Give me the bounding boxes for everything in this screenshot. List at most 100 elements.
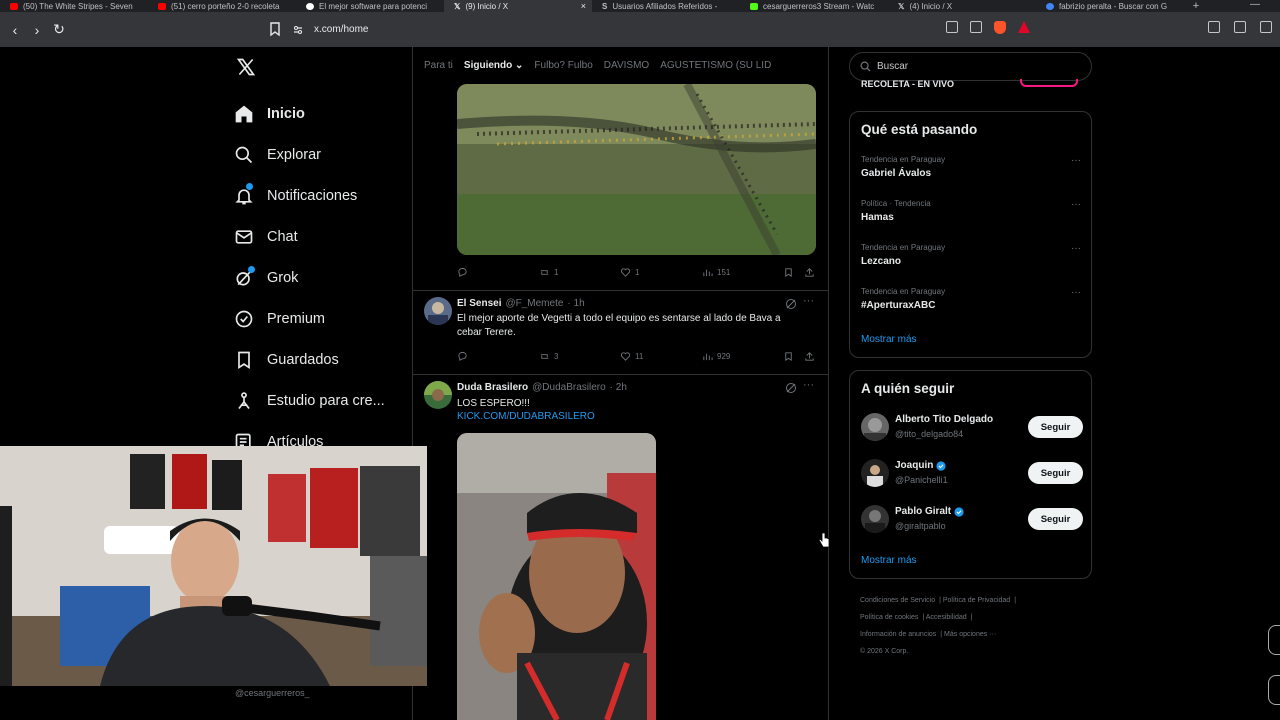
nav-item-grok[interactable]: Grok <box>234 257 385 298</box>
share-button[interactable] <box>804 267 815 278</box>
bookmark-button[interactable] <box>783 267 794 278</box>
tab-for-you[interactable]: Para ti <box>424 60 453 71</box>
share-icon[interactable] <box>970 21 982 33</box>
nav-item-explore[interactable]: Explorar <box>234 134 385 175</box>
search-box[interactable] <box>849 52 1092 81</box>
nav-item-premium[interactable]: Premium <box>234 298 385 339</box>
footer-link[interactable]: Información de anuncios <box>860 631 936 638</box>
trend-item[interactable]: Política · Tendencia Hamas ··· <box>861 199 1083 223</box>
search-icon <box>235 146 253 163</box>
back-icon[interactable]: ‹ <box>4 22 26 38</box>
live-event-title[interactable]: RECOLETA - EN VIVO <box>861 79 954 87</box>
nav-item-bookmarks[interactable]: Guardados <box>234 339 385 380</box>
reload-icon[interactable]: ↻ <box>48 21 70 38</box>
more-options-icon[interactable]: ··· <box>1071 199 1081 210</box>
browser-tab[interactable]: El mejor software para potenci <box>296 0 444 12</box>
avatar[interactable] <box>861 413 889 441</box>
footer-link[interactable]: Política de Privacidad <box>943 597 1010 604</box>
edge-widget[interactable] <box>1268 675 1280 705</box>
browser-tab[interactable]: 𝕏 (4) Inicio / X <box>888 0 1036 12</box>
follow-button[interactable]: Seguir <box>1028 462 1083 484</box>
tweet-media-video[interactable] <box>457 433 656 720</box>
trend-item[interactable]: Tendencia en Paraguay Lezcano ··· <box>861 243 1083 267</box>
grok-analyze-icon[interactable] <box>785 298 797 310</box>
browser-tab[interactable]: S Usuarios Afiliados Referidos - <box>592 0 740 12</box>
tweet-author-handle[interactable]: @DudaBrasilero <box>532 382 606 393</box>
avatar[interactable] <box>424 381 452 409</box>
nav-item-home[interactable]: Inicio <box>234 93 385 134</box>
reply-button[interactable] <box>457 267 468 278</box>
more-options-icon[interactable]: ··· <box>803 379 814 391</box>
browser-toolbar: ‹ › ↻ x.com/home <box>0 12 1280 47</box>
views-button[interactable]: 151 <box>702 267 730 278</box>
heart-icon <box>620 351 631 361</box>
nav-item-creator-studio[interactable]: Estudio para cre... <box>234 380 385 421</box>
nav-item-chat[interactable]: Chat <box>234 216 385 257</box>
forward-icon[interactable]: › <box>26 22 48 38</box>
account-switcher[interactable]: @cesarguerreros_ <box>235 688 310 698</box>
bookmark-button[interactable] <box>783 351 794 362</box>
bookmark-page-icon[interactable] <box>268 20 282 38</box>
browser-tab[interactable]: (51) cerro porteño 2-0 recoleta <box>148 0 296 12</box>
more-options-icon[interactable]: ··· <box>803 295 814 307</box>
who-to-follow-show-more-link[interactable]: Mostrar más <box>861 555 917 566</box>
footer-link[interactable]: Más opciones ··· <box>944 631 996 638</box>
browser-tab-active[interactable]: 𝕏 (9) Inicio / X × <box>444 0 592 12</box>
share-button[interactable] <box>804 351 815 362</box>
tweet-link[interactable]: KICK.COM/DUDABRASILERO <box>457 411 595 422</box>
reply-button[interactable] <box>457 351 468 362</box>
tab-following[interactable]: Siguiendo ⌄ <box>464 60 524 71</box>
follow-button[interactable]: Seguir <box>1028 416 1083 438</box>
tab-list-davismo[interactable]: DAVISMO <box>604 60 649 71</box>
avatar[interactable] <box>861 505 889 533</box>
brave-rewards-icon[interactable] <box>1018 21 1030 33</box>
like-button[interactable]: 11 <box>620 351 643 362</box>
avatar[interactable] <box>861 459 889 487</box>
site-settings-icon[interactable] <box>292 24 304 36</box>
footer-link[interactable]: Condiciones de Servicio <box>860 597 935 604</box>
brave-shield-icon[interactable] <box>994 21 1006 34</box>
nav-item-notifications[interactable]: Notificaciones <box>234 175 385 216</box>
browser-tab[interactable]: (50) The White Stripes - Seven <box>0 0 148 12</box>
follow-button[interactable]: Seguir <box>1028 508 1083 530</box>
tweet-time[interactable]: · 1h <box>567 298 584 309</box>
views-button[interactable]: 929 <box>702 351 730 362</box>
tweet-author-handle[interactable]: @F_Memete <box>505 298 563 309</box>
x-logo-icon[interactable] <box>236 57 256 77</box>
address-bar[interactable]: x.com/home <box>292 18 932 41</box>
follow-suggestion[interactable]: Joaquin @Panichelli1 Seguir <box>861 459 1083 489</box>
more-options-icon[interactable]: ··· <box>1071 155 1081 166</box>
tab-list-fulbo[interactable]: Fulbo? Fulbo <box>534 60 592 71</box>
repost-button[interactable]: 1 <box>539 267 558 278</box>
cast-icon[interactable] <box>946 21 958 33</box>
follow-suggestion[interactable]: Alberto Tito Delgado @tito_delgado84 Seg… <box>861 413 1083 443</box>
tweet-author-name[interactable]: El Sensei <box>457 298 501 309</box>
sidebar-icon[interactable] <box>1234 21 1246 33</box>
follow-suggestion[interactable]: Pablo Giralt @giraltpablo Seguir <box>861 505 1083 535</box>
tab-close-icon[interactable]: × <box>581 0 586 12</box>
tweet-media-photo[interactable] <box>457 84 816 255</box>
trends-show-more-link[interactable]: Mostrar más <box>861 334 917 345</box>
search-input[interactable] <box>877 61 1077 72</box>
minimize-button[interactable]: — <box>1250 0 1260 10</box>
tweet-time[interactable]: · 2h <box>610 382 627 393</box>
more-options-icon[interactable]: ··· <box>1071 243 1081 254</box>
tweet-author-name[interactable]: Duda Brasilero <box>457 382 528 393</box>
like-button[interactable]: 1 <box>620 267 639 278</box>
wallet-icon[interactable] <box>1260 21 1272 33</box>
trend-item[interactable]: Tendencia en Paraguay #AperturaxABC ··· <box>861 287 1083 311</box>
footer-link[interactable]: Política de cookies <box>860 614 918 621</box>
extensions-icon[interactable] <box>1208 21 1220 33</box>
trend-item[interactable]: Tendencia en Paraguay Gabriel Ávalos ··· <box>861 155 1083 179</box>
repost-button[interactable]: 3 <box>539 351 558 362</box>
footer-link[interactable]: Accesibilidad <box>926 614 967 621</box>
more-options-icon[interactable]: ··· <box>1071 287 1081 298</box>
grok-analyze-icon[interactable] <box>785 382 797 394</box>
avatar[interactable] <box>424 297 452 325</box>
tab-list-agustetismo[interactable]: AGUSTETISMO (SU LID <box>660 60 771 71</box>
avatar-image <box>864 418 886 441</box>
new-tab-button[interactable]: + <box>1184 0 1208 12</box>
edge-widget[interactable] <box>1268 625 1280 655</box>
browser-tab[interactable]: fabrizio peralta - Buscar con G <box>1036 0 1184 12</box>
browser-tab[interactable]: cesarguerreros3 Stream - Watc <box>740 0 888 12</box>
